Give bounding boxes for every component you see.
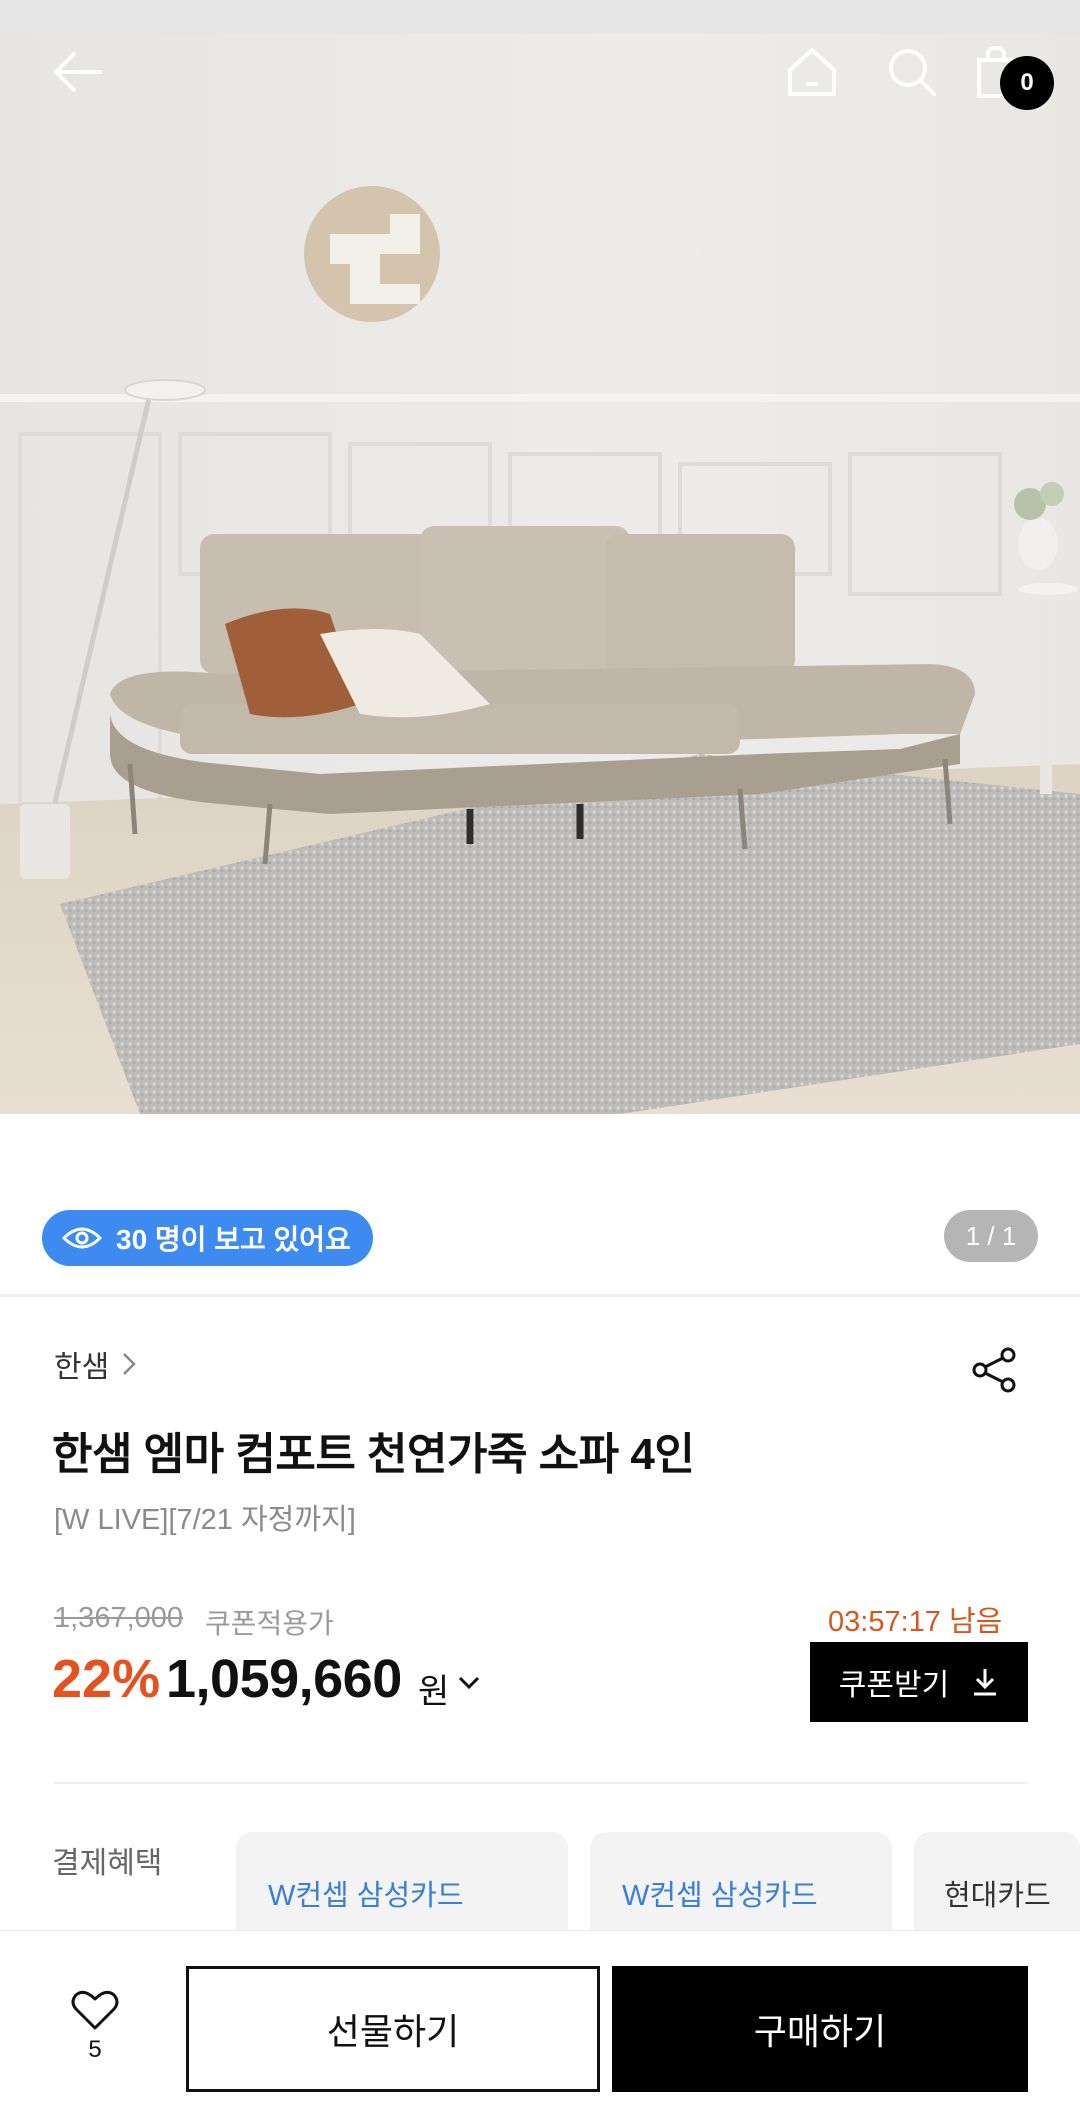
coupon-button-label: 쿠폰받기 bbox=[838, 1669, 950, 1702]
download-icon bbox=[974, 1669, 997, 1696]
product-image[interactable] bbox=[0, 34, 1080, 1114]
image-pager: 1 / 1 bbox=[944, 1210, 1038, 1262]
discount-rate: 22% bbox=[52, 1649, 161, 1709]
heart-icon bbox=[71, 1990, 119, 2030]
viewers-text: 30 명이 보고 있어요 bbox=[116, 1224, 351, 1255]
coupon-download-button[interactable]: 쿠폰받기 bbox=[810, 1642, 1028, 1722]
cart-count-badge: 0 bbox=[1000, 56, 1054, 110]
gift-button[interactable]: 선물하기 bbox=[186, 1966, 600, 2092]
search-button[interactable] bbox=[880, 40, 944, 104]
countdown-timer: 03:57:17 남음 bbox=[828, 1606, 1003, 1638]
like-count: 5 bbox=[88, 2036, 102, 2063]
back-arrow-icon bbox=[54, 52, 102, 92]
share-icon bbox=[972, 1347, 1016, 1393]
viewers-badge: 30 명이 보고 있어요 bbox=[42, 1210, 373, 1266]
benefit-card-title: 현대카드 bbox=[944, 1880, 1051, 1912]
currency-label: 원 bbox=[418, 1673, 450, 1711]
home-icon bbox=[788, 48, 836, 96]
share-button[interactable] bbox=[970, 1345, 1020, 1395]
home-button[interactable] bbox=[780, 40, 844, 104]
divider bbox=[0, 1294, 1080, 1297]
payment-benefit-label: 결제혜택 bbox=[52, 1847, 163, 1880]
divider bbox=[54, 1782, 1028, 1784]
benefit-card-title: W컨셉 삼성카드 bbox=[622, 1880, 818, 1912]
brand-link[interactable]: 한샘 bbox=[54, 1342, 137, 1386]
chevron-right-icon bbox=[123, 1353, 136, 1375]
product-title: 한샘 엠마 컴포트 천연가죽 소파 4인 bbox=[52, 1430, 695, 1479]
brand-name: 한샘 bbox=[54, 1351, 110, 1384]
benefit-card-title: W컨셉 삼성카드 bbox=[268, 1880, 464, 1912]
price-detail-toggle[interactable] bbox=[456, 1670, 482, 1696]
original-price: 1,367,000 bbox=[54, 1602, 184, 1634]
sale-price: 1,059,660 bbox=[166, 1649, 402, 1709]
product-subtitle: [W LIVE][7/21 자정까지] bbox=[54, 1504, 356, 1536]
chevron-down-icon bbox=[458, 1676, 480, 1690]
status-strip bbox=[0, 0, 1080, 34]
sofa-photo bbox=[0, 34, 1080, 1114]
search-icon bbox=[889, 49, 936, 96]
eye-icon bbox=[62, 1227, 102, 1249]
buy-button[interactable]: 구매하기 bbox=[612, 1966, 1028, 2092]
back-button[interactable] bbox=[46, 40, 110, 104]
coupon-price-label: 쿠폰적용가 bbox=[205, 1608, 334, 1639]
like-button[interactable]: 5 bbox=[60, 1988, 130, 2064]
